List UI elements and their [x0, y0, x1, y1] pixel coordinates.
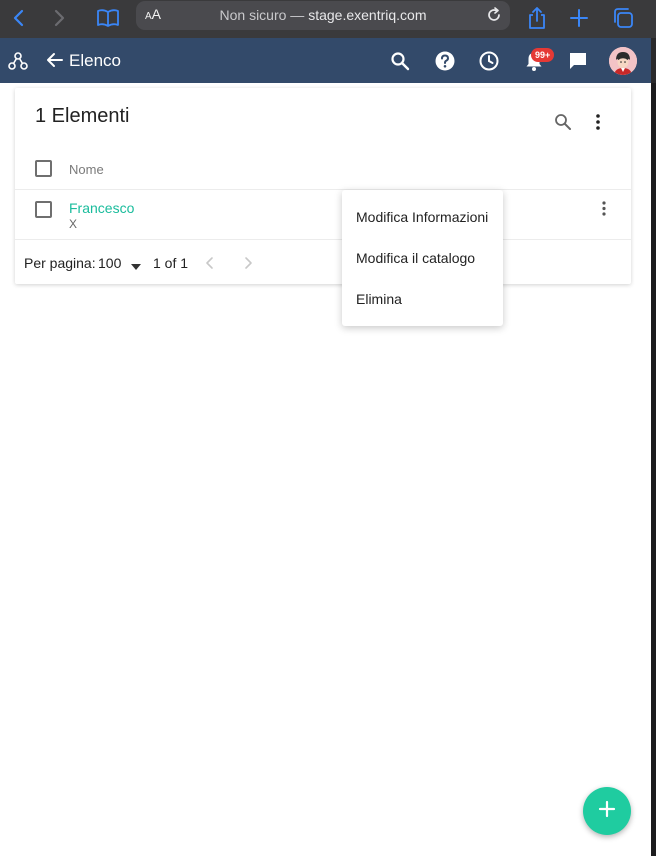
- more-vert-icon[interactable]: [588, 112, 608, 132]
- chat-icon[interactable]: [566, 49, 590, 73]
- chevron-right-icon[interactable]: [241, 256, 255, 270]
- row-more-vert-icon[interactable]: [594, 199, 614, 219]
- share-icon[interactable]: [523, 4, 551, 32]
- address-bar[interactable]: AA Non sicuro — stage.exentriq.com: [136, 1, 510, 30]
- per-page-select[interactable]: 100: [98, 255, 121, 271]
- arrow-back-icon[interactable]: [46, 51, 64, 69]
- row-subtitle: X: [69, 217, 78, 231]
- help-icon[interactable]: [433, 49, 457, 73]
- row-actions-menu: Modifica Informazioni Modifica il catalo…: [342, 190, 503, 326]
- new-tab-plus-icon[interactable]: [565, 4, 593, 32]
- tabs-icon[interactable]: [609, 4, 637, 32]
- menu-item-delete[interactable]: Elimina: [356, 291, 402, 307]
- back-icon[interactable]: [4, 4, 32, 32]
- search-icon[interactable]: [553, 112, 573, 132]
- forward-icon[interactable]: [46, 4, 74, 32]
- app-header: Elenco: [0, 38, 651, 83]
- row-divider: [15, 189, 631, 190]
- list-title: 1 Elementi: [35, 105, 130, 127]
- workflow-logo-icon[interactable]: [8, 51, 28, 71]
- add-button[interactable]: [583, 787, 631, 835]
- chevron-down-icon[interactable]: [130, 259, 142, 270]
- column-header-nome[interactable]: Nome: [69, 162, 104, 177]
- reader-book-icon[interactable]: [94, 4, 122, 32]
- reload-icon[interactable]: [484, 5, 504, 25]
- history-clock-icon[interactable]: [477, 49, 501, 73]
- avatar[interactable]: [609, 47, 637, 75]
- per-page-label: Per pagina:: [24, 255, 96, 271]
- url-text: Non sicuro — stage.exentriq.com: [219, 7, 427, 23]
- add-icon: [598, 800, 616, 823]
- row-checkbox[interactable]: [35, 201, 52, 218]
- pagination-range: 1 of 1: [153, 255, 189, 271]
- select-all-checkbox[interactable]: [35, 160, 52, 177]
- search-icon[interactable]: [388, 49, 412, 73]
- menu-item-edit-info[interactable]: Modifica Informazioni: [356, 209, 488, 225]
- page-title: Elenco: [69, 51, 121, 70]
- chevron-left-icon[interactable]: [203, 256, 217, 270]
- row-divider: [15, 239, 631, 240]
- browser-toolbar: AA Non sicuro — stage.exentriq.com: [0, 0, 656, 38]
- notification-count-badge: 99+: [531, 48, 555, 62]
- menu-item-edit-catalog[interactable]: Modifica il catalogo: [356, 250, 475, 266]
- list-card: 1 Elementi Nome Francesco X Per pagina: …: [15, 88, 631, 284]
- row-name-link[interactable]: Francesco: [69, 200, 134, 216]
- window-edge: [651, 83, 656, 856]
